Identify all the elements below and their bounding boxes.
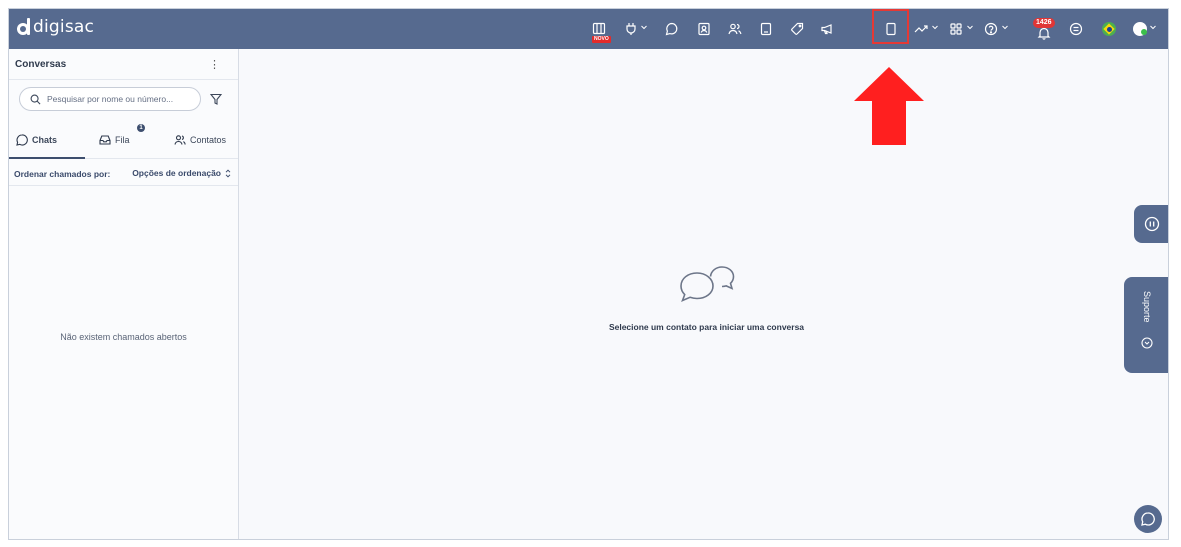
queue-count-badge: 1 [137, 124, 145, 132]
sidebar-tabs: Chats Fila 1 Contatos [9, 124, 238, 159]
contacts-book-icon[interactable] [695, 20, 713, 38]
pause-icon [1144, 216, 1160, 232]
empty-tickets-message: Não existem chamados abertos [60, 332, 187, 342]
active-tab-indicator [9, 157, 85, 159]
tab-fila[interactable]: Fila [99, 134, 130, 146]
megaphone-icon[interactable] [818, 20, 836, 38]
pause-button[interactable] [1134, 205, 1168, 243]
app-logo[interactable]: digisac [17, 17, 94, 37]
app-name: digisac [33, 17, 95, 37]
sort-label: Ordenar chamados por: [14, 169, 111, 179]
empty-conversation-message: Selecione um contato para iniciar uma co… [608, 322, 805, 332]
tab-chats-label: Chats [32, 135, 58, 145]
filter-icon[interactable] [210, 93, 222, 105]
conversation-area: Selecione um contato para iniciar uma co… [239, 49, 1168, 539]
sidebar-header: Conversas ⋮ [9, 49, 238, 80]
calculator-icon[interactable] [757, 20, 775, 38]
chat-bubbles-icon [680, 266, 735, 302]
tag-icon[interactable] [788, 20, 806, 38]
support-tab[interactable]: Suporte [1124, 277, 1168, 373]
plug-icon[interactable] [622, 20, 640, 38]
avatar-icon[interactable] [1133, 22, 1147, 36]
highlight-box [872, 9, 909, 44]
sort-options-label: Opções de ordenação [132, 168, 221, 178]
chevron-down-icon[interactable] [1001, 23, 1009, 31]
users-icon[interactable] [726, 20, 744, 38]
apps-grid-icon[interactable] [947, 20, 965, 38]
search-input[interactable] [47, 94, 187, 104]
chat-bubble-icon [16, 134, 28, 146]
sort-toggle-icon [225, 168, 231, 178]
sort-options-button[interactable]: Opções de ordenação [132, 168, 232, 178]
sort-bar: Ordenar chamados por: Opções de ordenaçã… [9, 160, 238, 186]
flag-icon[interactable] [1102, 22, 1116, 36]
chevron-down-icon[interactable] [1149, 23, 1157, 31]
tab-fila-label: Fila [115, 135, 130, 145]
support-chevron-icon [1141, 337, 1153, 349]
floating-chat-button[interactable] [1134, 505, 1162, 533]
kebab-menu-icon[interactable]: ⋮ [209, 58, 220, 71]
search-icon [30, 94, 41, 104]
chat-bubble-icon [1141, 512, 1155, 526]
chevron-down-icon[interactable] [640, 23, 648, 31]
top-navbar: digisac NOVO 1426 [9, 9, 1168, 49]
inbox-icon [99, 135, 111, 145]
help-icon[interactable] [982, 20, 1000, 38]
users-icon [174, 135, 186, 145]
search-box[interactable] [19, 87, 201, 111]
logo-icon [17, 18, 31, 36]
notification-badge: 1426 [1033, 18, 1055, 28]
new-badge: NOVO [592, 36, 611, 43]
chat-bubble-icon[interactable] [663, 20, 681, 38]
chevron-down-icon[interactable] [966, 23, 974, 31]
tab-contatos[interactable]: Contatos [174, 134, 226, 146]
chevron-down-icon[interactable] [931, 23, 939, 31]
annotation-arrow [854, 67, 924, 145]
tab-chats[interactable]: Chats [16, 134, 57, 146]
list-circle-icon[interactable] [1067, 20, 1085, 38]
conversations-sidebar: Conversas ⋮ Chats Fila 1 Contatos [9, 49, 239, 539]
sidebar-title: Conversas [15, 59, 67, 70]
trend-icon[interactable] [912, 20, 930, 38]
app-window: digisac NOVO 1426 Conversas ⋮ Pesquisar … [8, 8, 1169, 540]
tab-contatos-label: Contatos [190, 135, 227, 145]
